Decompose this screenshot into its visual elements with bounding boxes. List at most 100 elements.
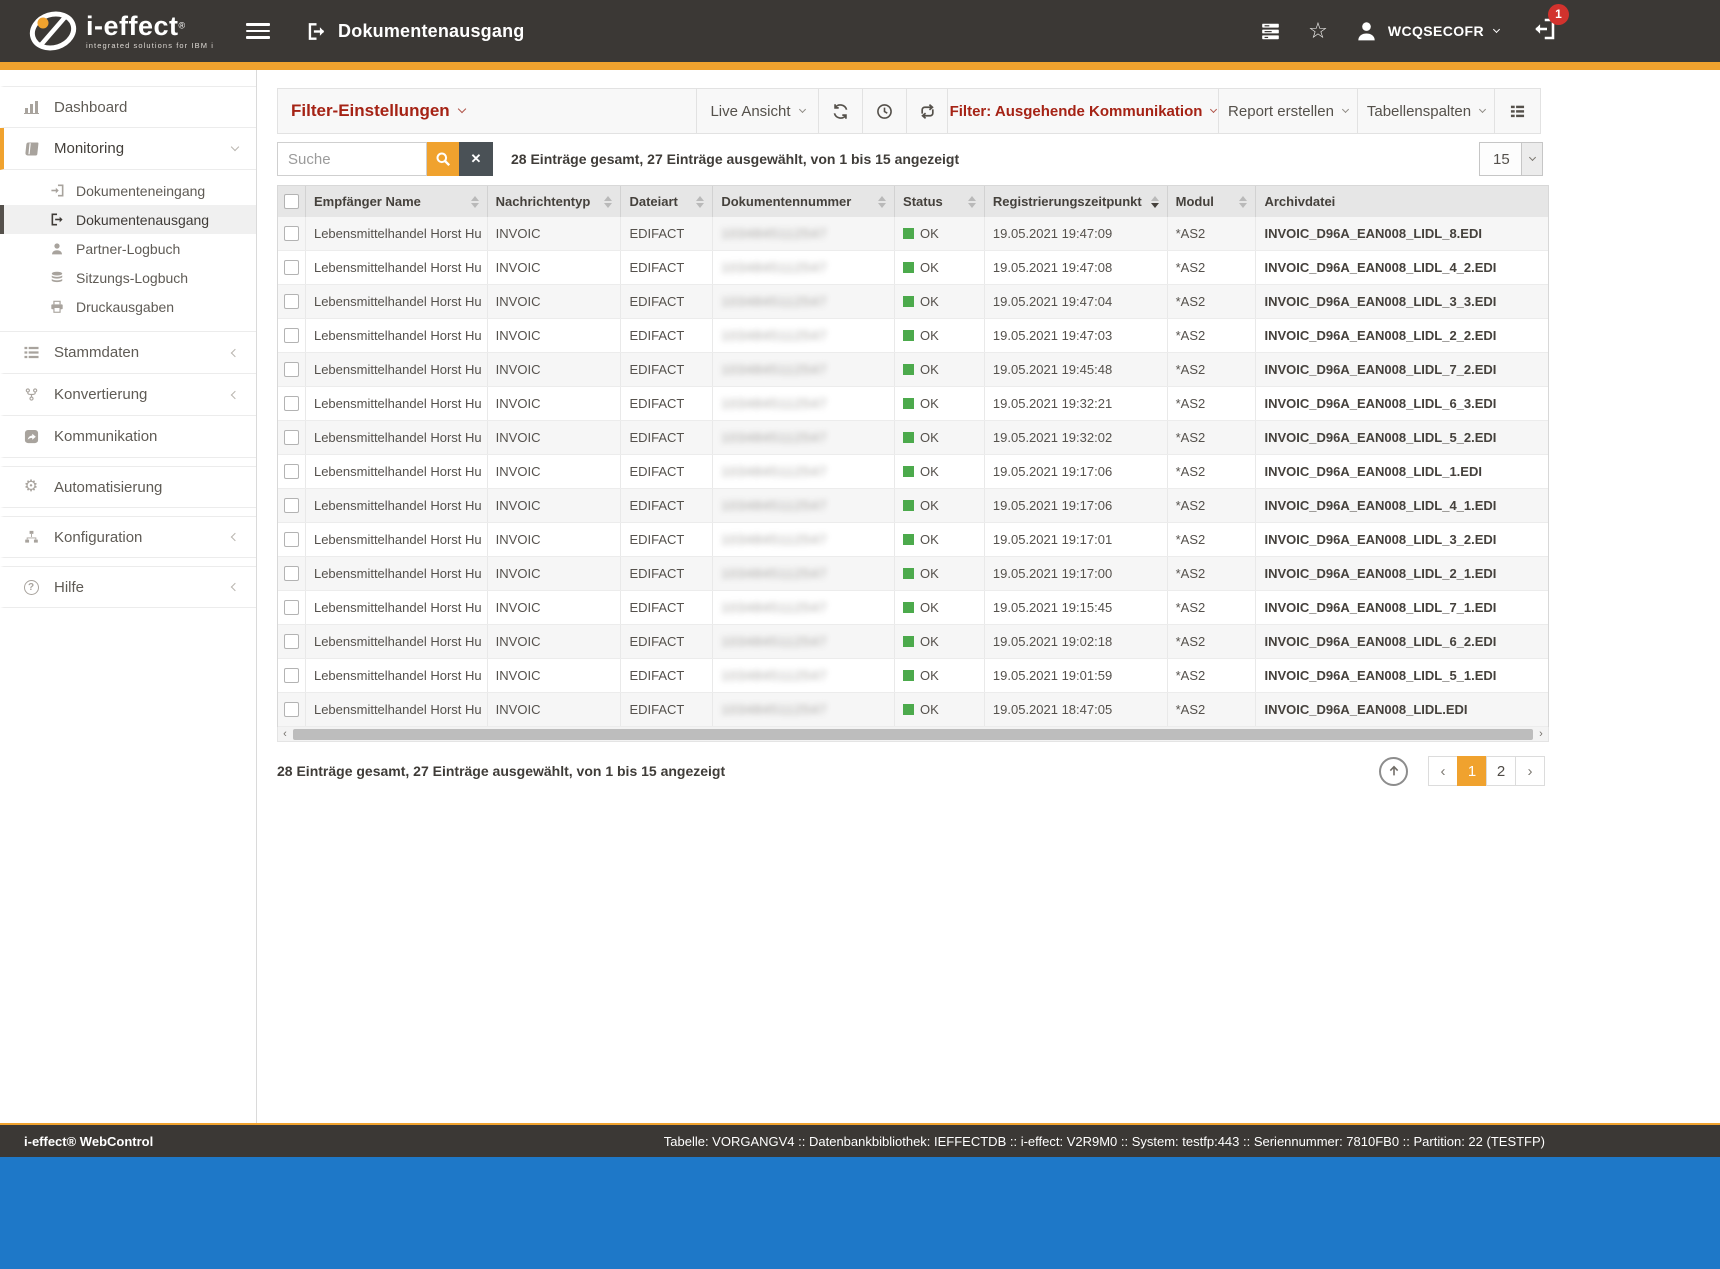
- notification-badge[interactable]: 1: [1548, 4, 1569, 25]
- repeat-icon: [919, 103, 936, 120]
- table-row[interactable]: Lebensmittelhandel Horst Hu INVOIC EDIFA…: [278, 285, 1548, 319]
- column-header-status[interactable]: Status: [895, 186, 985, 217]
- next-page-button[interactable]: ›: [1515, 756, 1545, 786]
- cell-status: OK: [895, 455, 985, 488]
- book-icon: [21, 141, 41, 157]
- active-filter-button[interactable]: Filter: Ausgehende Kommunikation: [947, 88, 1219, 134]
- table-row[interactable]: Lebensmittelhandel Horst Hu INVOIC EDIFA…: [278, 251, 1548, 285]
- table-row[interactable]: Lebensmittelhandel Horst Hu INVOIC EDIFA…: [278, 659, 1548, 693]
- refresh-button[interactable]: [818, 88, 863, 134]
- clear-search-button[interactable]: ✕: [459, 142, 493, 176]
- table-row[interactable]: Lebensmittelhandel Horst Hu INVOIC EDIFA…: [278, 353, 1548, 387]
- cell-dokumentennummer-redacted: 1034845112547: [713, 625, 895, 658]
- table-columns-button[interactable]: Tabellenspalten: [1357, 88, 1495, 134]
- row-checkbox[interactable]: [284, 260, 299, 275]
- sidebar-item-konfiguration[interactable]: Konfiguration: [0, 516, 256, 558]
- create-report-button[interactable]: Report erstellen: [1218, 88, 1358, 134]
- sidebar-item-monitoring[interactable]: Monitoring: [0, 128, 256, 170]
- column-header-dokumentennummer[interactable]: Dokumentennummer: [713, 186, 895, 217]
- sidebar-item-partner-logbuch[interactable]: Partner-Logbuch: [0, 234, 256, 263]
- column-header-dateiart[interactable]: Dateiart: [621, 186, 713, 217]
- bottom-strip: [0, 1157, 1720, 1269]
- row-checkbox[interactable]: [284, 532, 299, 547]
- scrollbar-thumb[interactable]: [293, 729, 1533, 740]
- page-button-2[interactable]: 2: [1486, 756, 1516, 786]
- sidebar-item-dokumentenausgang[interactable]: Dokumentenausgang: [0, 205, 256, 234]
- row-checkbox[interactable]: [284, 328, 299, 343]
- sidebar-item-automatisierung[interactable]: ⚙ Automatisierung: [0, 466, 256, 508]
- search-button[interactable]: [427, 142, 459, 176]
- search-input[interactable]: [277, 142, 427, 176]
- sidebar-item-stammdaten[interactable]: Stammdaten: [0, 332, 256, 374]
- cell-modul: *AS2: [1168, 523, 1257, 556]
- sort-icon: [598, 196, 612, 208]
- scroll-to-top-button[interactable]: [1379, 757, 1408, 786]
- sidebar-item-druckausgaben[interactable]: Druckausgaben: [0, 292, 256, 321]
- list-view-button[interactable]: [1494, 88, 1541, 134]
- row-checkbox[interactable]: [284, 668, 299, 683]
- sidebar-item-kommunikation[interactable]: Kommunikation: [0, 416, 256, 458]
- chevron-left-icon: [231, 533, 239, 541]
- table-row[interactable]: Lebensmittelhandel Horst Hu INVOIC EDIFA…: [278, 625, 1548, 659]
- logout-button[interactable]: 1: [1532, 17, 1556, 46]
- favorites-button[interactable]: ☆: [1308, 20, 1328, 42]
- row-checkbox[interactable]: [284, 226, 299, 241]
- server-status-button[interactable]: [1260, 22, 1281, 41]
- cell-dokumentennummer-redacted: 1034845112547: [713, 659, 895, 692]
- previous-page-button[interactable]: ‹: [1428, 756, 1458, 786]
- cell-modul: *AS2: [1168, 387, 1257, 420]
- live-view-button[interactable]: Live Ansicht: [696, 88, 819, 134]
- user-menu[interactable]: WCQSECOFR: [1355, 20, 1499, 43]
- table-row[interactable]: Lebensmittelhandel Horst Hu INVOIC EDIFA…: [278, 523, 1548, 557]
- table-row[interactable]: Lebensmittelhandel Horst Hu INVOIC EDIFA…: [278, 455, 1548, 489]
- scroll-left-arrow[interactable]: ‹: [278, 727, 292, 742]
- cell-nachrichtentyp: INVOIC: [488, 251, 622, 284]
- row-checkbox[interactable]: [284, 396, 299, 411]
- column-header-modul[interactable]: Modul: [1168, 186, 1257, 217]
- sidebar-item-sitzungs-logbuch[interactable]: Sitzungs-Logbuch: [0, 263, 256, 292]
- table-row[interactable]: Lebensmittelhandel Horst Hu INVOIC EDIFA…: [278, 319, 1548, 353]
- menu-toggle-button[interactable]: [246, 19, 270, 43]
- filter-settings-button[interactable]: Filter-Einstellungen: [277, 88, 697, 134]
- column-header-empfaenger[interactable]: Empfänger Name: [306, 186, 488, 217]
- table-row[interactable]: Lebensmittelhandel Horst Hu INVOIC EDIFA…: [278, 421, 1548, 455]
- sidebar-item-dashboard[interactable]: Dashboard: [0, 86, 256, 128]
- select-all-checkbox[interactable]: [284, 194, 299, 209]
- row-checkbox[interactable]: [284, 430, 299, 445]
- schedule-button[interactable]: [862, 88, 907, 134]
- monitoring-submenu: Dokumenteneingang Dokumentenausgang Part…: [0, 170, 256, 332]
- row-checkbox[interactable]: [284, 294, 299, 309]
- row-checkbox[interactable]: [284, 702, 299, 717]
- cell-nachrichtentyp: INVOIC: [488, 625, 622, 658]
- table-row[interactable]: Lebensmittelhandel Horst Hu INVOIC EDIFA…: [278, 387, 1548, 421]
- horizontal-scrollbar[interactable]: ‹ ›: [277, 727, 1549, 742]
- cell-status: OK: [895, 625, 985, 658]
- table-row[interactable]: Lebensmittelhandel Horst Hu INVOIC EDIFA…: [278, 591, 1548, 625]
- repeat-button[interactable]: [906, 88, 948, 134]
- sidebar-item-konvertierung[interactable]: Konvertierung: [0, 374, 256, 416]
- column-header-archivdatei[interactable]: Archivdatei: [1256, 186, 1548, 217]
- table-row[interactable]: Lebensmittelhandel Horst Hu INVOIC EDIFA…: [278, 693, 1548, 727]
- page-button-1[interactable]: 1: [1457, 756, 1487, 786]
- row-checkbox[interactable]: [284, 566, 299, 581]
- page-header: Dokumentenausgang: [306, 21, 524, 42]
- table-row[interactable]: Lebensmittelhandel Horst Hu INVOIC EDIFA…: [278, 557, 1548, 591]
- row-checkbox[interactable]: [284, 464, 299, 479]
- page-size-select[interactable]: 15: [1479, 142, 1543, 176]
- column-header-nachrichtentyp[interactable]: Nachrichtentyp: [488, 186, 622, 217]
- column-header-registrierungszeitpunkt[interactable]: Registrierungszeitpunkt: [985, 186, 1168, 217]
- row-checkbox[interactable]: [284, 600, 299, 615]
- table-row[interactable]: Lebensmittelhandel Horst Hu INVOIC EDIFA…: [278, 489, 1548, 523]
- scroll-right-arrow[interactable]: ›: [1534, 727, 1548, 742]
- cell-nachrichtentyp: INVOIC: [488, 421, 622, 454]
- sidebar-item-dokumenteneingang[interactable]: Dokumenteneingang: [0, 176, 256, 205]
- brand-logo[interactable]: i-effect® integrated solutions for IBM i: [0, 10, 214, 52]
- table-row[interactable]: Lebensmittelhandel Horst Hu INVOIC EDIFA…: [278, 217, 1548, 251]
- cell-archivdatei: INVOIC_D96A_EAN008_LIDL_3_3.EDI: [1256, 285, 1548, 318]
- row-checkbox[interactable]: [284, 634, 299, 649]
- sidebar-item-hilfe[interactable]: ? Hilfe: [0, 566, 256, 608]
- cell-nachrichtentyp: INVOIC: [488, 523, 622, 556]
- cell-dateiart: EDIFACT: [621, 523, 713, 556]
- row-checkbox[interactable]: [284, 362, 299, 377]
- row-checkbox[interactable]: [284, 498, 299, 513]
